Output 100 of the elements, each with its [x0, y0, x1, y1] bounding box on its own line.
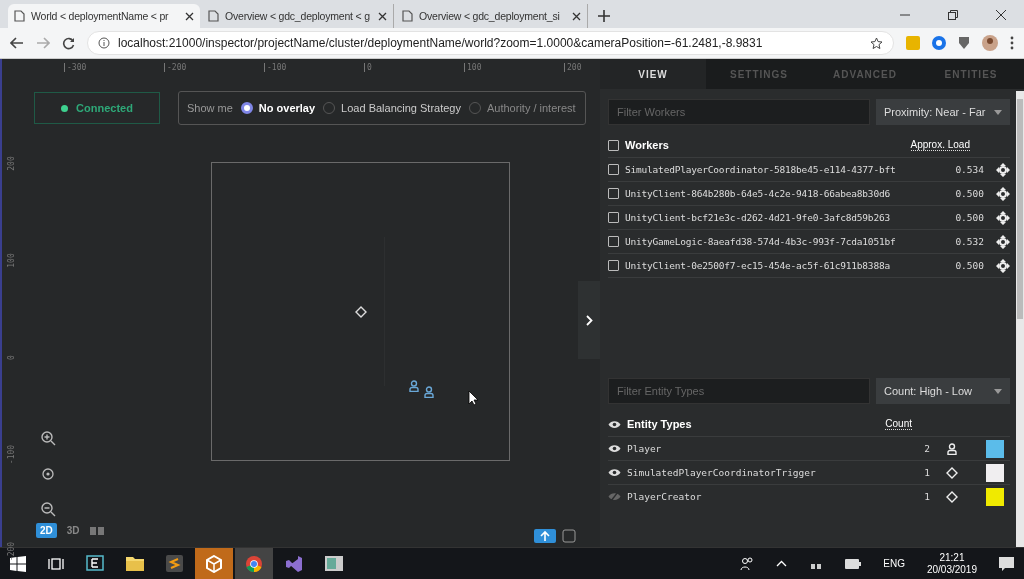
clock[interactable]: 21:21 20/03/2019 — [926, 551, 977, 576]
radio-button[interactable] — [240, 102, 253, 114]
extension-icon[interactable] — [932, 36, 946, 50]
player-icon[interactable] — [423, 385, 434, 398]
ruler-label: -200 — [164, 63, 187, 72]
task-view-icon[interactable] — [48, 556, 64, 571]
ruler-label: 200 — [564, 63, 582, 72]
chevron-icon — [585, 314, 593, 326]
column-header[interactable]: Count — [885, 418, 912, 430]
ruler-label: 0 — [364, 63, 372, 72]
taskbar-app[interactable] — [235, 548, 273, 579]
checkbox[interactable] — [608, 236, 619, 247]
checkbox[interactable] — [608, 139, 619, 151]
grid-icon[interactable] — [89, 526, 104, 535]
app-icon — [205, 554, 223, 573]
load-value: 0.534 — [955, 164, 984, 175]
locate-icon[interactable] — [996, 234, 1010, 249]
app-icon[interactable] — [285, 554, 303, 573]
notification-icon[interactable] — [999, 556, 1014, 571]
browser-icon — [245, 554, 263, 573]
language-indicator[interactable]: ENG — [883, 558, 905, 569]
entity-count: 1 — [924, 491, 930, 502]
overlay-option[interactable]: No overlay — [240, 102, 316, 114]
page-icon — [14, 10, 25, 22]
overlay-option[interactable]: Load Balancing Strategy — [323, 102, 461, 114]
app-icon[interactable] — [86, 554, 104, 573]
column-header: Entity Types — [627, 418, 693, 430]
zoom-out-icon[interactable] — [40, 502, 56, 517]
avatar-icon[interactable] — [982, 35, 998, 51]
checkbox[interactable] — [608, 188, 619, 199]
extension-icon[interactable] — [958, 36, 970, 50]
close-icon[interactable] — [572, 11, 581, 21]
star-icon[interactable] — [870, 36, 883, 50]
ruler-label: 200 — [6, 155, 16, 173]
people-icon[interactable] — [740, 556, 755, 571]
player-icon[interactable] — [408, 379, 419, 392]
filter-field[interactable]: Filter Workers — [608, 99, 870, 125]
close-icon[interactable] — [378, 11, 387, 21]
color-swatch[interactable] — [986, 463, 1004, 482]
battery-icon[interactable] — [845, 558, 862, 569]
address-field[interactable]: localhost:21000/inspector/projectName/cluster/deploymentName/world?zoom=1.0000&cameraPosition=-61.2481,-8.9831 — [87, 31, 894, 55]
load-value: 0.500 — [955, 212, 984, 223]
center-icon[interactable] — [42, 468, 54, 480]
ruler-label: 100 — [464, 63, 482, 72]
close-icon[interactable] — [185, 11, 194, 21]
checkbox[interactable] — [608, 260, 619, 271]
color-swatch[interactable] — [986, 487, 1004, 506]
color-swatch[interactable] — [986, 439, 1004, 458]
locate-icon[interactable] — [996, 186, 1010, 201]
entity-type-name: Player — [627, 443, 663, 454]
reload-icon[interactable] — [62, 36, 75, 50]
zoom-in-icon[interactable] — [40, 431, 56, 446]
new-tab-icon[interactable] — [598, 10, 610, 22]
load-value: 0.500 — [955, 188, 984, 199]
cursor-icon — [468, 390, 479, 406]
ruler-label: 0 — [6, 354, 16, 362]
panel-tab[interactable]: VIEW — [600, 59, 706, 89]
time-label: 21:21 — [939, 551, 965, 564]
taskbar-app[interactable] — [195, 548, 233, 579]
diamond-icon — [946, 466, 958, 479]
eye-icon[interactable] — [608, 444, 621, 453]
column-header[interactable]: Approx. Load — [910, 139, 970, 151]
checkbox[interactable] — [608, 164, 619, 175]
eye-icon[interactable] — [608, 468, 621, 477]
back-icon[interactable] — [10, 37, 24, 49]
diamond-icon — [946, 490, 958, 503]
locate-icon[interactable] — [996, 162, 1010, 177]
hidden-eye-icon[interactable] — [608, 492, 621, 501]
entity-type-name: PlayerCreator — [627, 491, 703, 502]
close-icon[interactable] — [996, 10, 1006, 20]
ruler-label: -100 — [264, 63, 287, 72]
square-icon[interactable] — [562, 529, 576, 543]
checkbox[interactable] — [608, 212, 619, 223]
sort-dropdown[interactable]: Proximity: Near - Far — [876, 99, 1010, 125]
diamond-icon[interactable] — [354, 305, 367, 318]
menu-icon[interactable] — [1010, 36, 1014, 50]
eye-icon[interactable] — [608, 419, 621, 429]
date-label: 20/03/2019 — [926, 563, 977, 576]
view-mode-button[interactable]: 3D — [62, 523, 84, 538]
ruler-label: -100 — [6, 443, 16, 466]
locate-icon[interactable] — [996, 258, 1010, 273]
filter-field[interactable]: Filter Entity Types — [608, 378, 870, 404]
upload-button[interactable] — [534, 529, 556, 543]
entity-count: 1 — [924, 467, 930, 478]
folder-icon[interactable] — [126, 556, 144, 571]
entity-type-name: SimulatedPlayerCoordinatorTrigger — [627, 467, 817, 478]
panel-toggle[interactable] — [578, 281, 600, 359]
scrollbar[interactable] — [1016, 91, 1024, 547]
app-icon[interactable] — [166, 555, 183, 572]
chevron-up-icon[interactable] — [776, 560, 788, 567]
worker-name: UnityClient-864b280b-64e5-4c2e-9418-66abea8b30d6 — [625, 188, 891, 199]
overlay-option[interactable]: Authority / interest — [469, 102, 576, 114]
page-icon — [208, 10, 219, 22]
status-label: Connected — [76, 102, 133, 114]
sort-dropdown[interactable]: Count: High - Low — [876, 378, 1010, 404]
ruler-label: 100 — [6, 252, 16, 270]
browser-tab[interactable]: World < deploymentName < pr — [8, 4, 200, 28]
restore-icon[interactable] — [948, 10, 958, 20]
caret-icon — [994, 109, 1002, 115]
locate-icon[interactable] — [996, 210, 1010, 225]
